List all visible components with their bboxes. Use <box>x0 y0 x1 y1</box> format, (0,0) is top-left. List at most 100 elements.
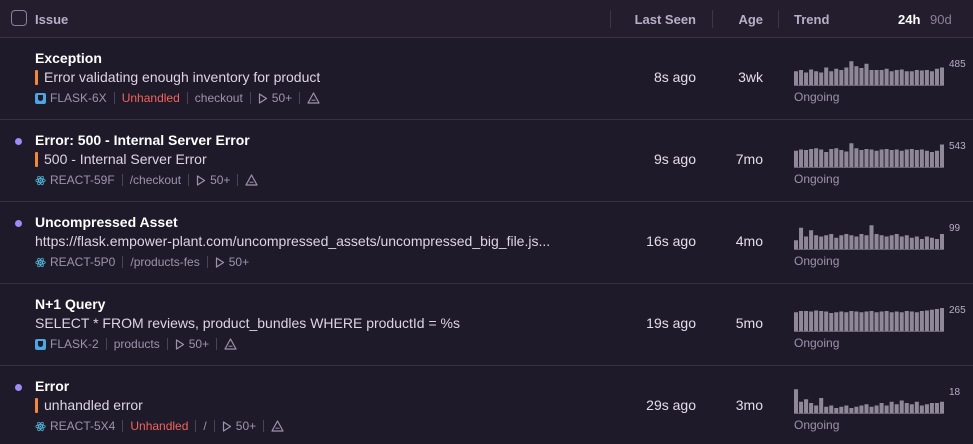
issue-status: Ongoing <box>794 172 840 186</box>
culprit: /checkout <box>129 173 182 187</box>
trend-bar <box>889 312 894 331</box>
trend-bar <box>804 72 809 85</box>
culprit: checkout <box>194 91 243 105</box>
short-id[interactable]: REACT-59F <box>50 173 115 187</box>
issue-row[interactable]: N+1 Query SELECT * FROM reviews, product_… <box>0 284 973 366</box>
play-icon <box>222 420 232 432</box>
issue-list-header: Issue Last Seen Age Trend 24h 90d <box>0 0 973 38</box>
trend-bar <box>894 149 899 167</box>
trend-bar <box>929 403 934 413</box>
issue-status: Ongoing <box>794 336 840 350</box>
issue-row[interactable]: Error: 500 - Internal Server Error 500 - … <box>0 120 973 202</box>
trend-bar <box>854 148 859 167</box>
select-all-checkbox[interactable] <box>11 10 27 26</box>
trend-bar <box>859 405 864 413</box>
priority-icon[interactable] <box>224 338 237 350</box>
trend-bar <box>794 71 799 85</box>
short-id[interactable]: FLASK-6X <box>50 91 107 105</box>
trend-bar <box>869 311 874 331</box>
trend-bar <box>819 398 824 413</box>
trend-bar <box>939 308 944 331</box>
column-divider <box>712 10 713 28</box>
trend-bar <box>814 235 819 249</box>
last-seen-column-header[interactable]: Last Seen <box>620 0 696 38</box>
priority-icon[interactable] <box>271 420 284 432</box>
trend-bar <box>899 150 904 167</box>
age: 5mo <box>735 315 763 331</box>
column-divider <box>778 10 779 28</box>
issue-row[interactable]: Error unhandled error REACT-5X4 Unhandled / 5… <box>0 366 973 444</box>
issue-row[interactable]: Exception Error validating enough invento… <box>0 38 973 120</box>
age-column-header[interactable]: Age <box>720 0 763 38</box>
trend-bar <box>924 236 929 249</box>
short-id[interactable]: REACT-5X4 <box>50 419 115 433</box>
trend-bar <box>904 71 909 85</box>
issue-title[interactable]: Error: 500 - Internal Server Error <box>35 132 250 148</box>
trend-bar <box>924 310 929 331</box>
react-icon <box>35 175 46 186</box>
event-count[interactable]: 50+ <box>236 419 256 433</box>
short-id[interactable]: REACT-5P0 <box>50 255 115 269</box>
age: 3mo <box>735 397 763 413</box>
issue-title[interactable]: N+1 Query <box>35 296 105 312</box>
period-24h-toggle[interactable]: 24h <box>898 0 920 38</box>
event-count[interactable]: 50+ <box>272 91 292 105</box>
trend-bar <box>824 406 829 413</box>
issue-title[interactable]: Error <box>35 378 69 394</box>
event-count[interactable]: 50+ <box>210 173 230 187</box>
meta-divider <box>113 92 115 104</box>
trend-bar <box>934 309 939 331</box>
trend-bar <box>869 406 874 413</box>
trend-bar <box>864 149 869 167</box>
trend-bar <box>914 236 919 249</box>
trend-bar <box>884 68 889 85</box>
unread-indicator <box>15 384 22 391</box>
trend-bar <box>874 70 879 85</box>
trend-bar <box>804 311 809 331</box>
trend-bar <box>794 150 799 167</box>
trend-bar <box>844 234 849 249</box>
trend-bar <box>824 67 829 85</box>
short-id[interactable]: FLASK-2 <box>50 337 99 351</box>
issue-status: Ongoing <box>794 254 840 268</box>
trend-bar <box>824 311 829 331</box>
trend-bar <box>839 235 844 249</box>
trend-bar <box>889 235 894 249</box>
trend-bar <box>924 404 929 413</box>
meta-divider <box>105 338 107 350</box>
trend-bar <box>844 67 849 85</box>
meta-divider <box>237 174 239 186</box>
period-90d-toggle[interactable]: 90d <box>930 0 952 38</box>
level-indicator <box>35 397 38 413</box>
trend-bar <box>834 312 839 331</box>
issue-row[interactable]: Uncompressed Asset https://flask.empower-… <box>0 202 973 284</box>
trend-bar <box>914 70 919 85</box>
issue-title[interactable]: Exception <box>35 50 102 66</box>
trend-bar <box>819 236 824 249</box>
issue-message-text: 500 - Internal Server Error <box>44 151 207 167</box>
issue-message-text: SELECT * FROM reviews, product_bundles W… <box>35 315 460 331</box>
trend-bar <box>814 310 819 331</box>
meta-divider <box>122 256 124 268</box>
priority-icon[interactable] <box>245 174 259 186</box>
trend-bar <box>884 311 889 331</box>
trend-bar <box>884 236 889 249</box>
trend-bar <box>859 234 864 249</box>
last-seen: 9s ago <box>653 151 696 167</box>
trend-bar <box>909 311 914 331</box>
event-count[interactable]: 50+ <box>229 255 249 269</box>
last-seen: 29s ago <box>646 397 696 413</box>
trend-bar <box>834 148 839 167</box>
culprit: products <box>113 337 160 351</box>
priority-icon[interactable] <box>307 92 320 104</box>
trend-bar <box>879 235 884 249</box>
trend-bar <box>804 236 809 249</box>
event-count[interactable]: 50+ <box>189 337 209 351</box>
trend-bar <box>869 70 874 85</box>
issue-title[interactable]: Uncompressed Asset <box>35 214 178 230</box>
trend-bar <box>909 149 914 167</box>
trend-bar <box>914 312 919 331</box>
trend-bar <box>844 405 849 413</box>
trend-bar <box>809 403 814 413</box>
trend-bar <box>844 312 849 331</box>
